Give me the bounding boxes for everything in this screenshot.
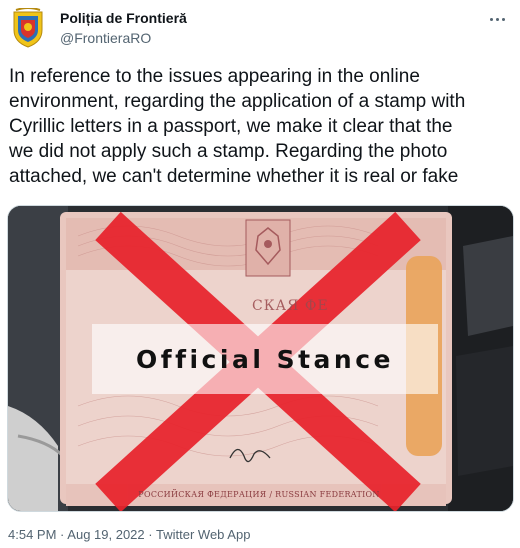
passport-footer-text: РОССИЙСКАЯ ФЕДЕРАЦИЯ / RUSSIAN FEDERATIO…: [138, 490, 380, 499]
author-name[interactable]: Poliția de Frontieră: [60, 10, 187, 26]
tweet-source[interactable]: Twitter Web App: [156, 527, 250, 542]
crest-icon: [13, 7, 43, 48]
tweet-meta: 4:54 PM · Aug 19, 2022 · Twitter Web App: [8, 527, 250, 542]
stance-overlay-text: Official Stance: [135, 344, 394, 374]
more-options-icon[interactable]: [486, 10, 508, 28]
tweet-text: In reference to the issues appearing in …: [9, 66, 466, 187]
stance-overlay: Official Stance: [92, 324, 438, 394]
tweet-date[interactable]: Aug 19, 2022: [67, 527, 144, 542]
passport-header-text: СКАЯ ФЕ: [252, 298, 329, 314]
tweet-time[interactable]: 4:54 PM: [8, 527, 56, 542]
author-handle[interactable]: @FrontieraRO: [60, 30, 151, 46]
tweet: Poliția de Frontieră @FrontieraRO In ref…: [0, 0, 520, 548]
avatar[interactable]: [10, 7, 46, 48]
meta-separator: ·: [60, 527, 65, 542]
tweet-image[interactable]: СКАЯ ФЕ Official Stance РОССИЙСКАЯ ФЕДЕР…: [7, 205, 514, 512]
meta-separator-2: ·: [148, 527, 153, 542]
